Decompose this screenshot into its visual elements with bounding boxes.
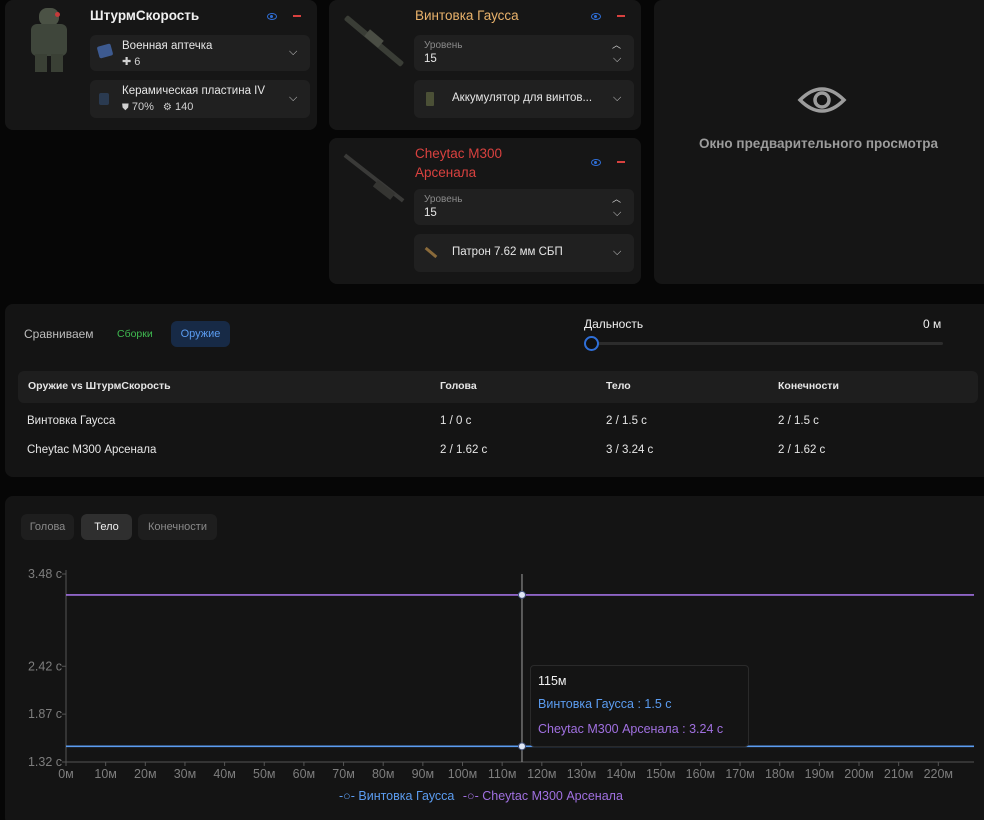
medkit-icon	[96, 43, 114, 59]
gauss-rifle-image	[343, 8, 405, 68]
tab-weapons[interactable]: Оружие	[171, 321, 230, 347]
legend-label: Винтовка Гаусса	[358, 789, 455, 803]
tab-builds[interactable]: Сборки	[117, 328, 153, 340]
ammo-selector[interactable]: Аккумулятор для винтов... ⌵	[414, 80, 634, 118]
chevron-down-icon[interactable]: ⌵	[613, 207, 621, 220]
shield-icon: ⛊	[122, 102, 129, 112]
table-header-weapon: Оружие vs ШтурмСкорость	[28, 380, 171, 392]
build-name: ШтурмСкорость	[90, 8, 200, 23]
tooltip-title: 115м	[538, 674, 567, 688]
chevron-down-icon: ⌵	[289, 46, 298, 58]
ammo-label: Патрон 7.62 мм СБП	[452, 246, 563, 258]
table-cell-limbs: 2 / 1.62 с	[778, 444, 826, 456]
preview-text: Окно предварительного просмотра	[699, 136, 938, 151]
table-header-limbs: Конечности	[778, 380, 839, 392]
plate-armor: 70%	[131, 101, 154, 113]
durability-icon: ⚙	[162, 102, 172, 113]
table-cell-body: 2 / 1.5 с	[606, 415, 647, 427]
weapon-name-line2: Арсенала	[415, 165, 477, 180]
bullet-icon	[424, 246, 438, 259]
legend-marker-icon: -○-	[462, 789, 479, 803]
table-header-head: Голова	[440, 380, 477, 392]
remove-minus-icon[interactable]	[293, 15, 301, 17]
medkit-count-row: ✚ 6	[122, 55, 140, 68]
chevron-down-icon: ⌵	[289, 92, 298, 104]
plus-icon: ✚	[122, 56, 132, 68]
table-cell-limbs: 2 / 1.5 с	[778, 415, 819, 427]
table-row-weapon: Винтовка Гаусса	[27, 415, 116, 427]
compare-label: Сравниваем	[24, 327, 94, 341]
chevron-down-icon: ⌵	[613, 246, 622, 258]
legend-item-gauss[interactable]: -○- Винтовка Гаусса	[339, 789, 458, 803]
legend-item-cheytac[interactable]: -○- Cheytac M300 Арсенала	[463, 789, 623, 803]
visibility-eye-icon[interactable]	[591, 159, 601, 166]
level-stepper[interactable]: Уровень 15 ︿ ⌵	[414, 35, 634, 71]
plate-selector[interactable]: Керамическая пластина IV ⛊ 70% ⚙ 140 ⌵	[90, 80, 310, 118]
medkit-label: Военная аптечка	[122, 40, 213, 52]
tab-head[interactable]: Голова	[21, 514, 74, 540]
remove-minus-icon[interactable]	[617, 15, 625, 17]
tooltip-line-cheytac: Cheytac M300 Арсенала : 3.24 с	[538, 722, 724, 736]
plate-durability: 140	[174, 101, 194, 113]
visibility-eye-icon[interactable]	[267, 13, 277, 20]
medkit-count: 6	[134, 56, 141, 68]
weapon-card-gauss: Винтовка Гаусса Уровень 15 ︿ ⌵ Аккумулят…	[329, 0, 641, 130]
remove-minus-icon[interactable]	[617, 161, 625, 163]
build-soldier-image	[25, 6, 73, 72]
distance-label: Дальность	[584, 317, 644, 331]
tooltip-line-gauss: Винтовка Гаусса : 1.5 с	[538, 697, 672, 711]
distance-value: 0 м	[923, 317, 942, 331]
chevron-down-icon[interactable]: ⌵	[613, 53, 621, 66]
plate-label: Керамическая пластина IV	[122, 85, 266, 97]
legend-marker-icon: -○-	[339, 789, 355, 803]
medkit-selector[interactable]: Военная аптечка ✚ 6 ⌵	[90, 35, 310, 71]
battery-icon	[426, 92, 434, 106]
chevron-up-icon[interactable]: ︿	[612, 38, 621, 51]
level-value: 15	[424, 207, 437, 219]
distance-slider-handle[interactable]	[584, 336, 599, 351]
compare-panel: Сравниваем Сборки Оружие Дальность 0 м О…	[5, 304, 984, 477]
preview-window: Окно предварительного просмотра	[654, 0, 984, 284]
distance-slider-track[interactable]	[591, 342, 943, 345]
chart-tooltip: 115м Винтовка Гаусса : 1.5 с Cheytac M30…	[530, 665, 749, 747]
weapon-name: Винтовка Гаусса	[415, 8, 519, 23]
table-cell-head: 2 / 1.62 с	[440, 444, 488, 456]
tab-body[interactable]: Тело	[81, 514, 132, 540]
table-cell-head: 1 / 0 с	[440, 415, 472, 427]
chevron-up-icon[interactable]: ︿	[612, 192, 621, 205]
level-label: Уровень	[424, 194, 463, 205]
tab-limbs[interactable]: Конечности	[138, 514, 217, 540]
visibility-eye-icon[interactable]	[591, 13, 601, 20]
cheytac-rifle-image	[343, 148, 405, 208]
table-row-weapon: Cheytac M300 Арсенала	[27, 444, 157, 456]
chart-legend: -○- Винтовка Гаусса -○- Cheytac M300 Арс…	[339, 789, 623, 803]
build-card: ШтурмСкорость Военная аптечка ✚ 6 ⌵ Кера…	[5, 0, 317, 130]
chevron-down-icon: ⌵	[613, 92, 622, 104]
level-stepper[interactable]: Уровень 15 ︿ ⌵	[414, 189, 634, 225]
table-header-body: Тело	[606, 380, 631, 392]
plate-stats: ⛊ 70% ⚙ 140	[122, 101, 193, 113]
chart-panel: Голова Тело Конечности	[5, 496, 984, 820]
level-label: Уровень	[424, 40, 463, 51]
ammo-selector[interactable]: Патрон 7.62 мм СБП ⌵	[414, 234, 634, 272]
eye-icon	[797, 87, 847, 113]
weapon-card-cheytac: Cheytac M300 Арсенала Уровень 15 ︿ ⌵ Пат…	[329, 138, 641, 284]
ammo-label: Аккумулятор для винтов...	[452, 92, 593, 104]
table-cell-body: 3 / 3.24 с	[606, 444, 654, 456]
legend-label: Cheytac M300 Арсенала	[482, 789, 623, 803]
level-value: 15	[424, 53, 437, 65]
weapon-name-line1: Cheytac M300	[415, 146, 503, 161]
plate-icon	[99, 93, 109, 105]
